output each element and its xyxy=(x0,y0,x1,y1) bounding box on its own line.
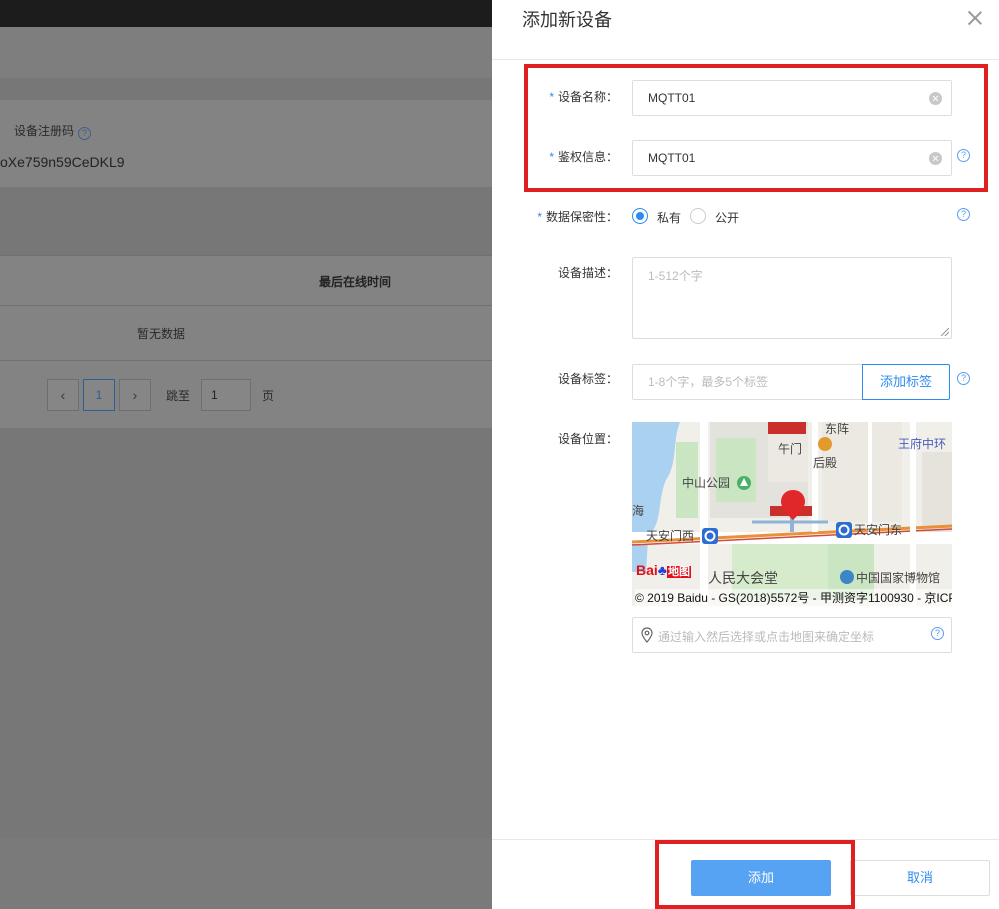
tags-label: 设备标签： xyxy=(557,372,618,386)
map-label: 人民大会堂 xyxy=(708,570,778,586)
required-mark: * xyxy=(549,150,554,164)
auth-info-label: * 鉴权信息： xyxy=(549,150,618,164)
map-label: 午门 xyxy=(778,442,803,456)
help-icon[interactable]: ? xyxy=(957,149,970,162)
add-tag-button[interactable]: 添加标签 xyxy=(862,364,950,400)
help-icon[interactable]: ? xyxy=(957,372,970,385)
description-textarea[interactable]: 1-512个字 xyxy=(632,257,952,339)
map-label: 后殿 xyxy=(813,456,838,470)
drawer-title: 添加新设备 xyxy=(522,10,612,30)
help-icon[interactable]: ? xyxy=(78,127,92,140)
page-suffix-label: 页 xyxy=(262,389,275,403)
help-icon[interactable]: ? xyxy=(957,208,970,221)
empty-table-text: 暂无数据 xyxy=(137,327,186,341)
registration-code-value: oXe759n59CeDKL9 xyxy=(0,154,125,170)
map-label: 王府中环 xyxy=(898,437,947,451)
resize-handle[interactable] xyxy=(941,328,949,336)
map-label: 天安门东 xyxy=(854,523,903,537)
map-label: 东阵 xyxy=(825,422,850,436)
device-name-input[interactable]: MQTT01 xyxy=(632,80,952,116)
map-label: 海 xyxy=(632,504,645,518)
location-pin-icon xyxy=(641,627,653,643)
auth-info-input[interactable]: MQTT01 xyxy=(632,140,952,176)
add-button[interactable]: 添加 xyxy=(691,860,831,896)
privacy-label: * 数据保密性： xyxy=(537,210,618,224)
required-mark: * xyxy=(549,90,554,104)
drawer-footer: 添加 取消 xyxy=(492,839,999,909)
column-header-last-online: 最后在线时间 xyxy=(319,275,392,289)
privacy-private-label[interactable]: 私有 xyxy=(657,209,681,226)
registration-code-label: 设备注册码? xyxy=(14,122,92,140)
page-1-button[interactable]: 1 xyxy=(83,379,115,411)
next-page-button[interactable]: › xyxy=(119,379,151,411)
required-mark: * xyxy=(537,210,542,224)
map-label: 中国国家博物馆 xyxy=(856,571,941,585)
tag-input[interactable]: 1-8个字，最多5个标签 xyxy=(632,364,863,400)
coordinate-search-input[interactable]: 通过输入然后选择或点击地图来确定坐标 ? xyxy=(632,617,952,653)
privacy-public-label[interactable]: 公开 xyxy=(715,209,739,226)
cancel-button[interactable]: 取消 xyxy=(850,860,990,896)
add-device-drawer: 添加新设备 * 设备名称： MQTT01 * 鉴权信息： MQTT01 ? * 数据保… xyxy=(492,0,999,909)
table-header: 最后在线时间 xyxy=(0,256,492,306)
location-map[interactable]: 东阵 午门 后殿 王府中环 中山公园 海 天安门西 天安门东 人民大会堂 中国国… xyxy=(632,422,952,606)
description-label: 设备描述： xyxy=(557,266,618,280)
prev-page-button[interactable]: ‹ xyxy=(47,379,79,411)
device-info-card xyxy=(0,100,492,187)
map-copyright: © 2019 Baidu - GS(2018)5572号 - 甲测资字11009… xyxy=(635,589,952,606)
baidu-map-logo: Bai♣地图 xyxy=(636,562,691,578)
clear-icon[interactable] xyxy=(929,152,942,165)
close-icon[interactable] xyxy=(966,9,984,27)
drawer-header: 添加新设备 xyxy=(492,0,999,60)
jump-page-input[interactable]: 1 xyxy=(201,379,251,411)
jump-to-label: 跳至 xyxy=(166,389,191,403)
pagination: ‹ 1 › 跳至 1 页 xyxy=(0,360,492,428)
map-label: 天安门西 xyxy=(646,529,695,543)
privacy-public-radio[interactable] xyxy=(690,208,706,224)
map-label: 中山公园 xyxy=(682,476,731,490)
privacy-private-radio[interactable] xyxy=(632,208,648,224)
device-name-label: * 设备名称： xyxy=(549,90,618,104)
help-icon[interactable]: ? xyxy=(931,627,944,640)
location-label: 设备位置： xyxy=(557,432,618,446)
clear-icon[interactable] xyxy=(929,92,942,105)
device-table: 最后在线时间 暂无数据 xyxy=(0,255,492,360)
